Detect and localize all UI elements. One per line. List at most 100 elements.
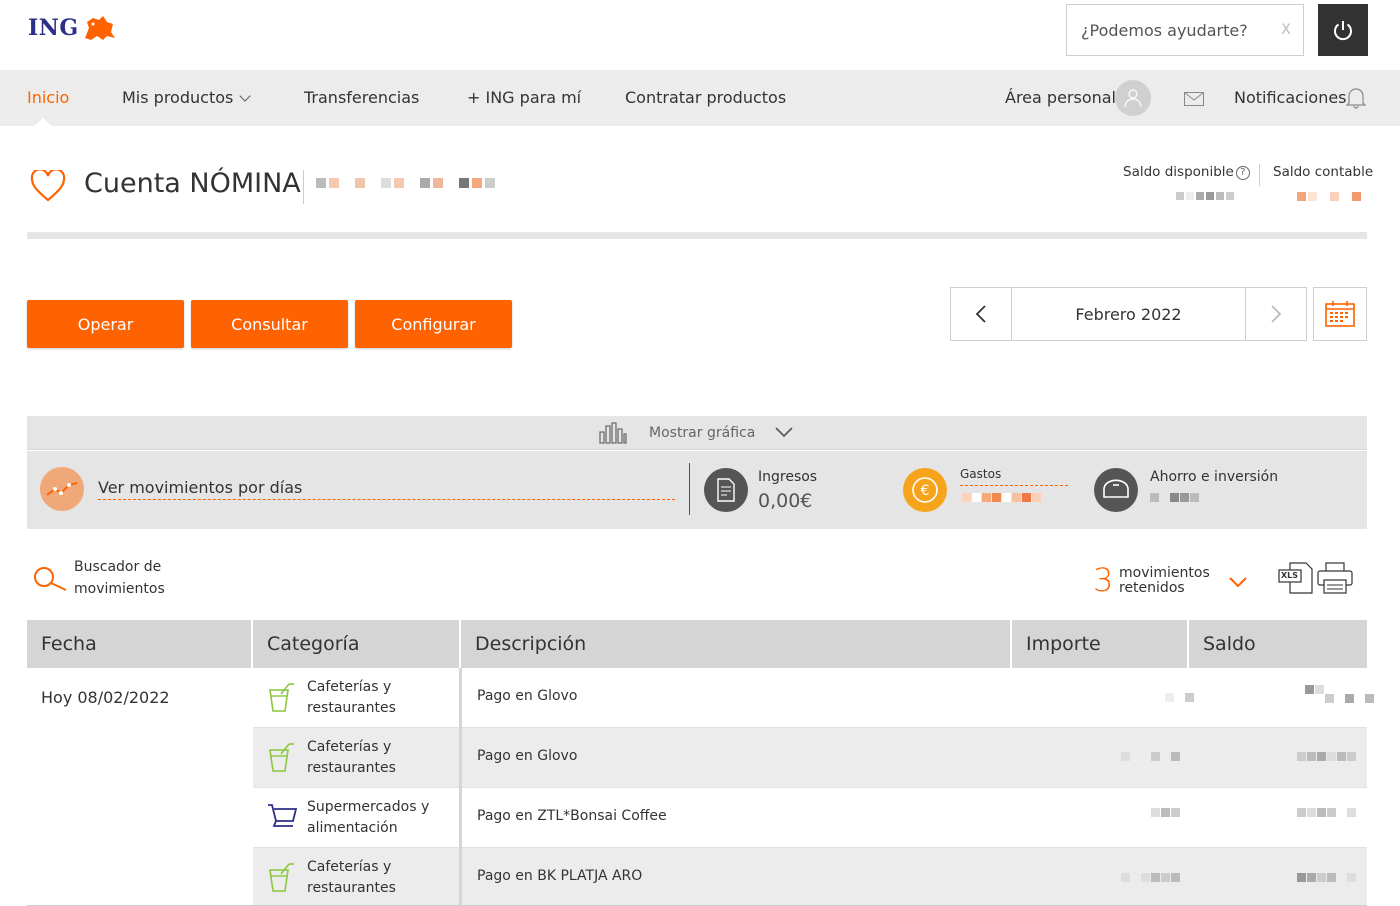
show-chart-toggle[interactable]: Mostrar gráfica	[27, 416, 1367, 450]
balance-redacted	[1297, 873, 1356, 882]
amount-redacted	[1121, 752, 1180, 761]
svg-text:€: €	[921, 483, 930, 499]
table-row[interactable]: Cafeterías y restaurantes Pago en Glovo	[253, 668, 1374, 727]
search-icon[interactable]	[32, 566, 68, 592]
saldo-disponible-label: Saldo disponible?	[1123, 164, 1250, 180]
chevron-down-icon	[775, 427, 793, 438]
drink-icon	[269, 863, 294, 892]
show-chart-label: Mostrar gráfica	[649, 425, 756, 441]
col-fecha[interactable]: Fecha	[27, 620, 97, 668]
view-by-days-link[interactable]: Ver movimientos por días	[98, 478, 302, 497]
nav-mis-productos[interactable]: Mis productos	[122, 70, 252, 126]
description: Pago en Glovo	[477, 748, 578, 764]
balance-redacted	[1325, 694, 1374, 703]
piggy-bank-icon	[1103, 479, 1129, 498]
nav-transferencias[interactable]: Transferencias	[304, 70, 419, 126]
col-categoria[interactable]: Categoría	[253, 620, 359, 668]
nav-notificaciones[interactable]: Notificaciones	[1234, 70, 1347, 126]
user-icon	[1124, 89, 1142, 108]
nav-ing-para-mi[interactable]: + ING para mí	[467, 70, 581, 126]
top-bar: ING ¿Podemos ayudarte? X	[0, 0, 1400, 70]
xls-label: XLS	[1281, 571, 1299, 580]
calendar-button[interactable]	[1313, 287, 1367, 341]
account-title: Cuenta NÓMINA	[84, 168, 301, 199]
category-label: Cafeterías y restaurantes	[307, 859, 396, 896]
table-header: Fecha Categoría Descripción Importe Sald…	[27, 620, 1367, 668]
line-chart-icon	[46, 482, 78, 496]
col-descripcion[interactable]: Descripción	[461, 620, 586, 668]
savings-icon	[1094, 468, 1138, 512]
description: Pago en Glovo	[477, 688, 578, 704]
power-icon	[1334, 21, 1352, 41]
logout-button[interactable]	[1318, 4, 1368, 56]
title-divider	[303, 170, 304, 204]
nav-contratar-productos[interactable]: Contratar productos	[625, 70, 786, 126]
document-icon	[717, 478, 735, 502]
category-label: Supermercados y alimentación	[307, 799, 430, 836]
chevron-down-icon[interactable]	[1228, 575, 1248, 589]
ingresos-value: 0,00€	[758, 490, 813, 512]
calendar-icon	[1325, 301, 1355, 327]
days-link-underline	[98, 499, 675, 500]
saldo-contable-label: Saldo contable	[1273, 164, 1374, 180]
favorite-heart-icon[interactable]	[30, 170, 66, 202]
drink-icon	[269, 743, 294, 772]
avatar[interactable]	[1115, 80, 1151, 116]
next-month-button[interactable]	[1246, 288, 1306, 340]
retained-count: 3	[1093, 561, 1114, 599]
ingresos-label: Ingresos	[758, 469, 818, 485]
table-row[interactable]: Supermercados y alimentación Pago en ZTL…	[253, 788, 1367, 847]
nav-mis-productos-label: Mis productos	[122, 88, 234, 107]
amount-redacted	[1151, 808, 1180, 817]
ahorro-label: Ahorro e inversión	[1150, 469, 1279, 485]
clear-icon[interactable]: X	[1269, 22, 1303, 38]
balance-redacted	[1297, 752, 1356, 761]
cart-icon	[268, 804, 297, 827]
gastos-value-redacted	[962, 493, 1041, 502]
saldo-contable-value-redacted	[1297, 192, 1361, 201]
saldo-disponible-value-redacted	[1176, 192, 1234, 200]
col-importe[interactable]: Importe	[1012, 620, 1101, 668]
ahorro-value-redacted	[1150, 493, 1199, 502]
category-label: Cafeterías y restaurantes	[307, 739, 396, 776]
help-icon[interactable]: ?	[1235, 166, 1250, 180]
prev-month-button[interactable]	[951, 288, 1011, 340]
summary-panel: Ver movimientos por días Ingresos 0,00€ …	[27, 451, 1367, 529]
expenses-icon: €	[903, 468, 947, 512]
chevron-left-icon	[975, 305, 986, 323]
euro-icon: €	[912, 477, 938, 503]
amount-redacted	[1121, 873, 1180, 882]
bell-icon[interactable]	[1346, 87, 1366, 109]
help-search-box[interactable]: ¿Podemos ayudarte? X	[1066, 4, 1304, 56]
amount-redacted	[1165, 693, 1194, 702]
income-icon	[704, 468, 748, 512]
month-selector: Febrero 2022	[950, 287, 1307, 341]
balance-divider	[1259, 164, 1260, 186]
retained-label: movimientos retenidos	[1119, 565, 1210, 596]
drink-icon	[269, 683, 294, 712]
gastos-label: Gastos	[960, 467, 1002, 481]
days-chart-icon	[40, 467, 84, 511]
nav-area-personal[interactable]: Área personal	[1005, 70, 1116, 126]
operar-button[interactable]: Operar	[27, 300, 184, 348]
col-saldo[interactable]: Saldo	[1189, 620, 1256, 668]
ing-logo[interactable]: ING	[28, 14, 117, 42]
lion-icon	[84, 16, 115, 40]
description: Pago en BK PLATJA ARO	[477, 868, 643, 884]
export-xls-button[interactable]: XLS	[1278, 562, 1314, 594]
table-row[interactable]: Cafeterías y restaurantes Pago en Glovo	[253, 728, 1367, 787]
table-row[interactable]: Cafeterías y restaurantes Pago en BK PLA…	[253, 848, 1367, 906]
current-month: Febrero 2022	[1011, 288, 1246, 340]
mail-icon[interactable]	[1184, 92, 1204, 106]
consultar-button[interactable]: Consultar	[191, 300, 348, 348]
help-search-input[interactable]: ¿Podemos ayudarte?	[1081, 21, 1269, 40]
movement-search-link[interactable]: Buscador de movimientos	[74, 556, 194, 600]
active-nav-indicator	[33, 118, 53, 127]
summary-divider	[689, 463, 690, 515]
configurar-button[interactable]: Configurar	[355, 300, 512, 348]
chevron-down-icon	[239, 90, 252, 102]
print-icon[interactable]	[1317, 562, 1353, 594]
description: Pago en ZTL*Bonsai Coffee	[477, 808, 667, 824]
logo-text: ING	[28, 15, 79, 41]
saldo-disponible-text: Saldo disponible	[1123, 164, 1234, 180]
